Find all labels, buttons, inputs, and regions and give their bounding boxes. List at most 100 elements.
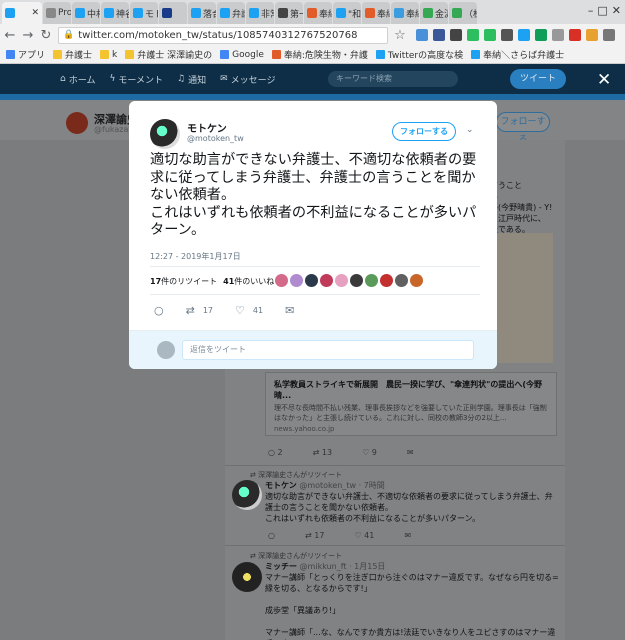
nav-moments[interactable]: ϟ モーメント [109, 73, 163, 86]
retweet-action[interactable]: ⇄ 17 [186, 304, 213, 317]
tweet-timestamp[interactable]: 12:27 - 2019年1月17日 [150, 251, 241, 262]
browser-tab[interactable]: 神谷 [101, 2, 129, 24]
background-tweet[interactable]: モトケン @motoken_tw · 7時間 適切な助言ができない弁護士、不適切… [265, 480, 557, 524]
maximize-icon[interactable]: □ [597, 4, 607, 17]
like-action[interactable]: ♡ 41 [354, 531, 374, 540]
browser-tab[interactable]: 中村 [72, 2, 100, 24]
minimize-icon[interactable]: – [588, 4, 594, 17]
forward-icon[interactable]: → [22, 28, 34, 43]
dm-action[interactable]: ✉ [285, 304, 294, 317]
close-window-icon[interactable]: ✕ [612, 4, 621, 17]
liker-avatar[interactable] [365, 274, 378, 287]
extension-icon[interactable] [467, 29, 479, 41]
reply-input[interactable]: 返信をツイート [182, 340, 474, 360]
browser-tab[interactable]: 奉納 [362, 2, 390, 24]
browser-tab[interactable]: 金沢 [420, 2, 448, 24]
dm-action[interactable]: ✉ [404, 531, 411, 540]
extension-icon[interactable] [535, 29, 547, 41]
tab-label: 落合 [203, 9, 216, 20]
browser-tab[interactable]: "和 [333, 2, 361, 24]
retweet-action[interactable]: ⇄ 17 [305, 531, 324, 540]
extension-icon[interactable] [484, 29, 496, 41]
browser-tab[interactable]: ✕ [2, 2, 42, 24]
close-icon[interactable]: ✕ [597, 70, 611, 90]
bookmark-item[interactable]: Twitterの高度な検 [375, 48, 463, 61]
tweet-button[interactable]: ツイート [510, 69, 566, 89]
reply-action[interactable]: ○ [154, 304, 164, 317]
url-field[interactable]: 🔒 twitter.com/motoken_tw/status/10857403… [58, 26, 388, 44]
divider [150, 266, 480, 267]
reply-action[interactable]: ○ 2 [268, 448, 283, 457]
retweet-action[interactable]: ⇄ 13 [313, 448, 332, 457]
tab-favicon-icon [191, 8, 201, 18]
close-tab-icon[interactable]: ✕ [31, 8, 39, 18]
extension-icon[interactable] [416, 29, 428, 41]
extension-icon[interactable] [518, 29, 530, 41]
retweet-stat[interactable]: 17件のリツイート [150, 276, 217, 287]
avatar[interactable] [232, 562, 262, 592]
avatar[interactable] [66, 112, 88, 134]
menu-icon[interactable] [603, 29, 615, 41]
browser-tab[interactable]: 非常 [246, 2, 274, 24]
browser-tab[interactable]: モト [130, 2, 158, 24]
background-tweet[interactable]: ミッチー @mikkun_ft · 1月15日 マナー講師「とっくりを注ぎ口から… [265, 561, 560, 640]
liker-avatar[interactable] [335, 274, 348, 287]
liker-avatar[interactable] [305, 274, 318, 287]
reload-icon[interactable]: ↻ [40, 28, 52, 43]
reply-action[interactable]: ○ [268, 531, 275, 540]
liker-avatar[interactable] [290, 274, 303, 287]
nav-home[interactable]: ⌂ ホーム [60, 73, 95, 86]
card-title: 私学教員ストライキで新展開 農民一揆に学び、"傘連判状"の提出へ(今野晴... [274, 380, 542, 400]
liker-avatar[interactable] [380, 274, 393, 287]
avatar[interactable] [150, 119, 180, 149]
browser-tab[interactable]: Pro [43, 2, 71, 24]
like-stat[interactable]: 41件のいいね [223, 276, 274, 287]
tweet-text: マナー講師「とっくりを注ぎ口から注ぐのはマナー違反です。なぜなら円を切る=縁を切… [265, 573, 559, 640]
bookmark-label: Google [232, 49, 264, 60]
browser-tab[interactable]: 第一 [275, 2, 303, 24]
liker-avatar[interactable] [395, 274, 408, 287]
folder-icon [375, 50, 385, 59]
reply-composer: 返信をツイート [129, 330, 497, 369]
bookmark-item[interactable]: k [100, 50, 117, 60]
tweet-author-name[interactable]: モトケン [187, 120, 227, 135]
liker-avatar[interactable] [410, 274, 423, 287]
nav-messages[interactable]: ✉ メッセージ [220, 73, 275, 86]
search-input[interactable]: キーワード検索 [328, 71, 458, 87]
browser-tab[interactable]: 奉納 [304, 2, 332, 24]
browser-tab[interactable]: 落合 [188, 2, 216, 24]
browser-tab[interactable]: 奉納 [391, 2, 419, 24]
star-icon[interactable]: ☆ [394, 28, 406, 43]
dm-action[interactable]: ✉ [407, 448, 414, 457]
tweet-author-handle[interactable]: @motoken_tw [187, 134, 244, 143]
liker-avatar[interactable] [275, 274, 288, 287]
back-icon[interactable]: ← [4, 28, 16, 43]
extension-icon[interactable] [552, 29, 564, 41]
bookmark-item[interactable]: 奉納:危険生物・弁護 [271, 48, 368, 61]
follow-button[interactable]: フォローする [392, 122, 456, 141]
like-action[interactable]: ♡ 41 [235, 304, 263, 317]
extension-icon[interactable] [569, 29, 581, 41]
extension-icon[interactable] [586, 29, 598, 41]
nav-notifications[interactable]: ♫ 通知 [177, 73, 206, 86]
extension-icon[interactable] [433, 29, 445, 41]
extension-icon[interactable] [450, 29, 462, 41]
liker-avatar[interactable] [350, 274, 363, 287]
browser-tab[interactable]: 弁護 [217, 2, 245, 24]
extension-icon[interactable] [501, 29, 513, 41]
link-card[interactable]: 私学教員ストライキで新展開 農民一揆に学び、"傘連判状"の提出へ(今野晴... … [265, 372, 557, 436]
like-action[interactable]: ♡ 9 [362, 448, 377, 457]
browser-tab[interactable] [159, 2, 187, 24]
bookmark-item[interactable]: アプリ [6, 48, 45, 61]
tab-label: 奉納 [377, 9, 390, 20]
liker-avatar[interactable] [320, 274, 333, 287]
profile-follow-button[interactable]: フォローする [496, 112, 550, 145]
bookmark-item[interactable]: 弁護士 [53, 48, 92, 61]
browser-tab[interactable]: （株 [449, 2, 477, 24]
chevron-down-icon[interactable]: ⌄ [466, 125, 474, 135]
avatar[interactable] [232, 480, 262, 510]
bookmark-item[interactable]: 奉納＼さらば弁護士 [471, 48, 564, 61]
moments-icon: ϟ [109, 74, 116, 84]
bookmark-item[interactable]: 弁護士 深澤諭史の [125, 48, 212, 61]
bookmark-item[interactable]: Google [220, 50, 264, 60]
